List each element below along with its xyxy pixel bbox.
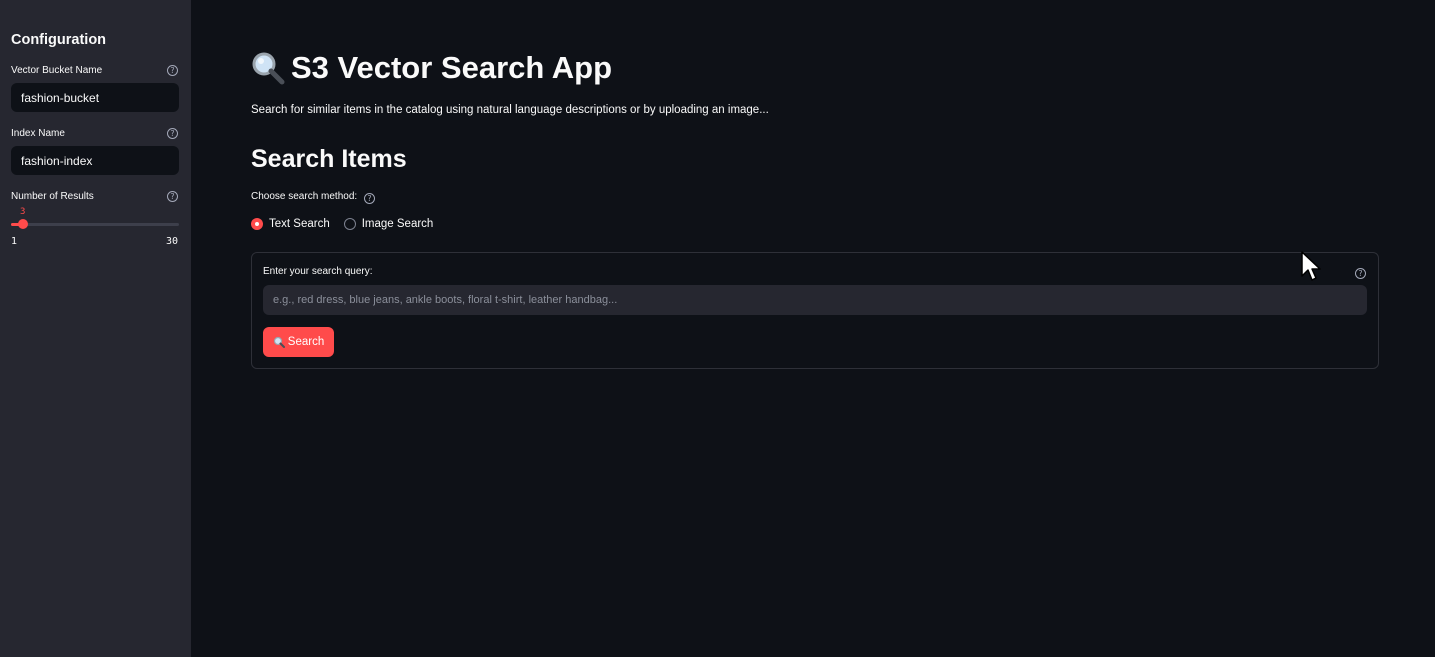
index-help-icon[interactable]: ?: [167, 128, 178, 139]
query-help-icon[interactable]: ?: [1355, 268, 1366, 279]
radio-text-search-label: Text Search: [269, 218, 330, 230]
magnifier-icon: [251, 51, 285, 85]
search-query-input[interactable]: [263, 285, 1367, 315]
search-button[interactable]: Search: [263, 327, 334, 357]
search-method-label-text: Choose search method:: [251, 191, 358, 202]
radio-image-search-label: Image Search: [361, 218, 434, 230]
radio-text-search[interactable]: Text Search: [251, 218, 330, 230]
query-label: Enter your search query:: [263, 266, 373, 277]
bucket-help-icon[interactable]: ?: [167, 65, 178, 76]
radio-image-search[interactable]: Image Search: [343, 218, 434, 230]
radio-unselected-icon[interactable]: [343, 218, 356, 230]
sidebar: Configuration Vector Bucket Name ? Index…: [0, 0, 191, 657]
results-slider-thumb[interactable]: [18, 219, 28, 229]
search-icon: [273, 336, 285, 348]
sidebar-title: Configuration: [11, 32, 107, 48]
index-name-label: Index Name: [11, 128, 65, 139]
page-title: S3 Vector Search App: [251, 50, 612, 86]
search-form: Enter your search query: ? Search: [251, 252, 1379, 369]
slider-max-label: 30: [166, 236, 179, 247]
search-method-help-icon[interactable]: ?: [363, 193, 375, 204]
section-title: Search Items: [251, 145, 407, 173]
search-method-label: Choose search method: ?: [251, 191, 375, 204]
radio-selected-icon[interactable]: [251, 218, 263, 230]
index-name-input[interactable]: [11, 146, 179, 175]
page-title-text: S3 Vector Search App: [291, 50, 613, 85]
search-button-label: Search: [287, 336, 325, 348]
page-subtitle: Search for similar items in the catalog …: [251, 104, 769, 116]
slider-value: 3: [20, 207, 26, 217]
mouse-cursor-icon: [1300, 250, 1322, 287]
bucket-name-input[interactable]: [11, 83, 179, 112]
bucket-name-label: Vector Bucket Name: [11, 65, 103, 76]
results-help-icon[interactable]: ?: [167, 191, 178, 202]
results-slider-track[interactable]: [11, 223, 179, 226]
results-label: Number of Results: [11, 191, 94, 202]
search-method-radio-group: Text Search Image Search: [251, 218, 447, 230]
slider-min-label: 1: [11, 236, 18, 247]
